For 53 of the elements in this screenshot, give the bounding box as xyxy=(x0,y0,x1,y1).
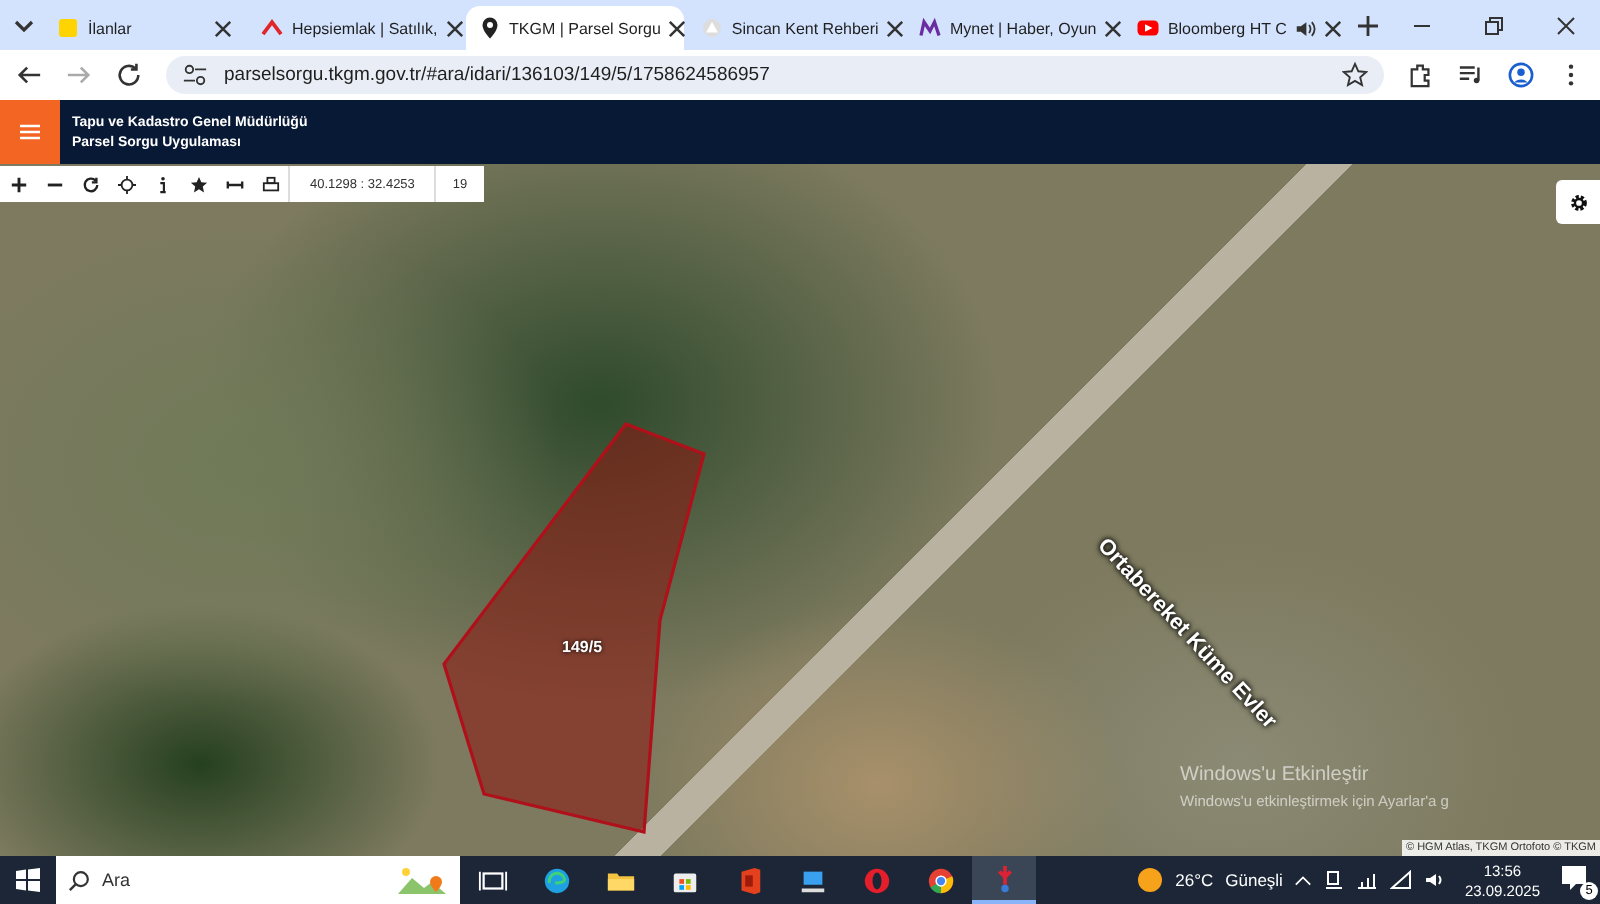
extensions-icon[interactable] xyxy=(1408,62,1434,88)
chevron-up-icon[interactable] xyxy=(1294,871,1313,889)
temperature: 26°C xyxy=(1175,870,1214,890)
browser-tab[interactable]: Sincan Kent Rehberi xyxy=(687,6,902,50)
browser-tab[interactable]: Mynet | Haber, Oyun xyxy=(906,6,1120,50)
locate-icon xyxy=(117,175,135,193)
close-tab-icon[interactable] xyxy=(445,19,464,37)
new-tab-icon[interactable] xyxy=(1356,13,1380,37)
site-icon xyxy=(56,16,80,40)
close-tab-icon[interactable] xyxy=(668,19,687,37)
start-icon[interactable] xyxy=(16,868,40,892)
settings-icon xyxy=(1567,191,1589,213)
wifi-icon[interactable] xyxy=(1390,870,1413,890)
weather-condition: Güneşli xyxy=(1225,870,1283,890)
star-icon[interactable] xyxy=(1342,62,1368,88)
browser-tab[interactable]: Hepsiemlak | Satılık, xyxy=(248,6,462,50)
close-tab-icon[interactable] xyxy=(1324,19,1343,37)
site-icon xyxy=(918,16,942,40)
network-icon[interactable] xyxy=(1356,870,1379,890)
speaker-icon[interactable] xyxy=(1294,17,1317,39)
print-icon xyxy=(261,175,279,193)
refresh-icon xyxy=(81,175,99,193)
notifications-icon[interactable] xyxy=(1560,864,1588,892)
activation-title: Windows'u Etkinleştir xyxy=(1180,764,1371,786)
settings-button[interactable] xyxy=(1556,180,1600,224)
site-icon xyxy=(477,16,502,40)
sun-icon xyxy=(1135,866,1164,894)
search-icon xyxy=(68,869,90,891)
address-field[interactable]: parselsorgu.tkgm.gov.tr/#ara/idari/136103/149/5/1758624586957 xyxy=(166,56,1384,94)
close-tab-icon[interactable] xyxy=(1104,19,1123,37)
profile-icon[interactable] xyxy=(1508,62,1534,88)
close-tab-icon[interactable] xyxy=(214,19,232,37)
menu-icon xyxy=(20,124,40,140)
star-icon xyxy=(189,175,207,193)
media-icon[interactable] xyxy=(1458,62,1484,88)
site-icon xyxy=(260,16,284,40)
browser-tab[interactable]: İlanlar xyxy=(44,6,244,50)
site-icon xyxy=(1135,16,1160,40)
close-icon[interactable] xyxy=(1556,15,1576,35)
landscape-icon xyxy=(396,864,448,896)
restore-icon[interactable] xyxy=(1484,15,1504,35)
measure-icon xyxy=(225,175,243,193)
close-tab-icon[interactable] xyxy=(886,19,905,37)
zoom-in-icon xyxy=(9,175,27,193)
reload-icon[interactable] xyxy=(116,62,142,88)
parcel-label: 149/5 xyxy=(562,638,603,656)
volume-icon[interactable] xyxy=(1424,870,1445,890)
browser-tab[interactable]: TKGM | Parsel Sorgu xyxy=(465,6,684,50)
search-field[interactable]: Ara xyxy=(56,856,460,904)
site-settings-icon[interactable] xyxy=(182,62,208,88)
back-icon[interactable] xyxy=(16,62,42,88)
browser-tab[interactable]: Bloomberg HT C xyxy=(1123,6,1340,50)
site-icon xyxy=(699,16,724,40)
